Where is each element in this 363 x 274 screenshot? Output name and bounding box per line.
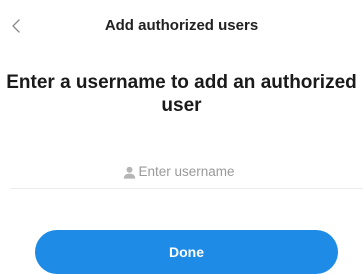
instruction-heading: Enter a username to add an authorized us…	[6, 72, 357, 116]
top-bar: Add authorized users	[0, 0, 363, 50]
username-field[interactable]	[10, 156, 363, 189]
page-title: Add authorized users	[104, 17, 259, 34]
username-input[interactable]	[138, 162, 251, 182]
user-icon	[123, 166, 136, 179]
done-button[interactable]: Done	[35, 230, 338, 274]
